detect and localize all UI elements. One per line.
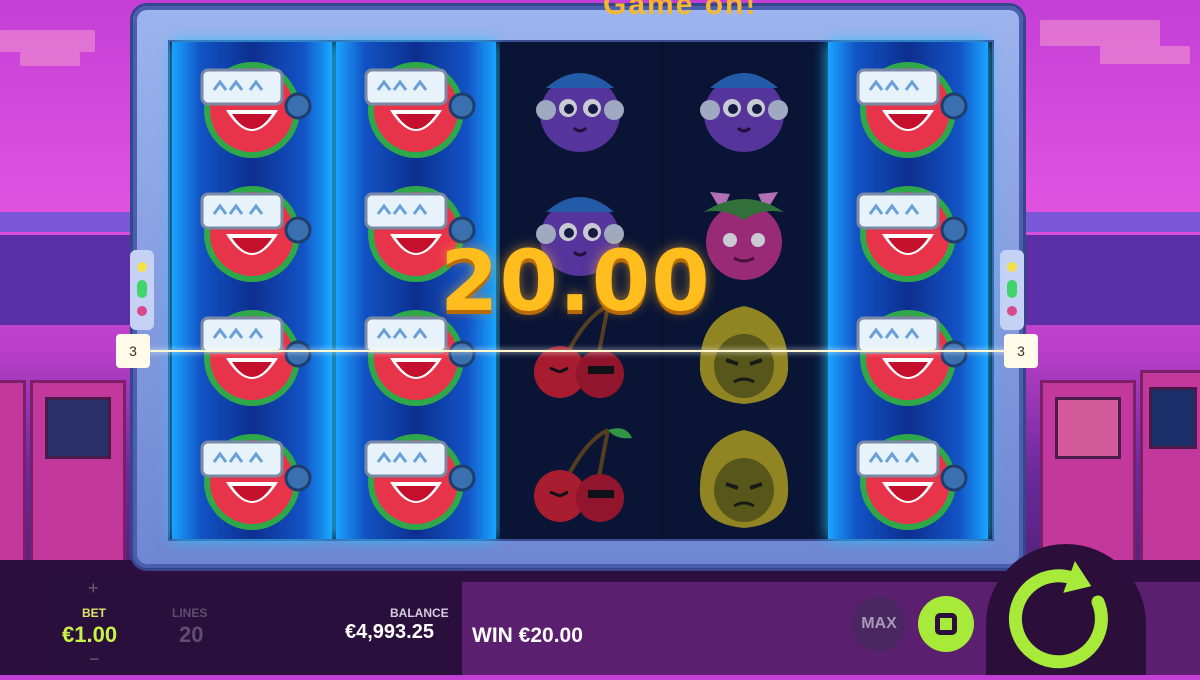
- right-side-lights: [1000, 250, 1024, 330]
- payline-number-right[interactable]: 3: [1004, 334, 1038, 368]
- watermelon-symbol-icon: [346, 418, 486, 538]
- watermelon-symbol-icon: [346, 46, 486, 166]
- winning-payline: [146, 350, 1010, 352]
- arcade-cabinet: [1140, 370, 1200, 566]
- bet-decrease-button[interactable]: −: [89, 649, 100, 670]
- arcade-cabinet: [1040, 380, 1136, 566]
- game-title: Game on!: [603, 0, 758, 21]
- cherries-symbol-icon: [510, 418, 650, 538]
- plum-symbol-icon: [510, 46, 650, 166]
- balance-label: BALANCE: [390, 606, 449, 620]
- watermelon-symbol-icon: [838, 294, 978, 414]
- balance-value: €4,993.25: [345, 621, 434, 643]
- stop-button[interactable]: [918, 596, 974, 652]
- reel-5: [828, 42, 988, 539]
- bet-label: BET: [82, 606, 106, 620]
- spin-button[interactable]: [986, 544, 1146, 675]
- reel-1: [172, 42, 332, 539]
- watermelon-symbol-icon: [182, 46, 322, 166]
- watermelon-symbol-icon: [838, 170, 978, 290]
- bet-value[interactable]: €1.00: [62, 622, 117, 648]
- max-bet-button[interactable]: MAX: [852, 597, 906, 651]
- left-side-lights: [130, 250, 154, 330]
- watermelon-symbol-icon: [838, 46, 978, 166]
- watermelon-symbol-icon: [182, 418, 322, 538]
- win-display: WIN €20.00: [472, 624, 583, 647]
- lemon-hood-symbol-icon: [674, 418, 814, 538]
- payline-number-left[interactable]: 3: [116, 334, 150, 368]
- spin-arrow-icon: [1008, 560, 1108, 669]
- arcade-cabinet: [0, 380, 26, 566]
- bet-panel: + BET €1.00 − LINES 20 BALANCE €4,993.25: [40, 574, 462, 675]
- lines-label: LINES: [172, 606, 208, 620]
- bet-increase-button[interactable]: +: [88, 578, 99, 599]
- watermelon-symbol-icon: [182, 294, 322, 414]
- win-amount-overlay: 20.00: [440, 232, 711, 330]
- stop-icon: [935, 613, 957, 635]
- watermelon-symbol-icon: [838, 418, 978, 538]
- watermelon-symbol-icon: [182, 170, 322, 290]
- arcade-cabinet: [30, 380, 126, 566]
- lines-value: 20: [179, 622, 204, 647]
- plum-symbol-icon: [674, 46, 814, 166]
